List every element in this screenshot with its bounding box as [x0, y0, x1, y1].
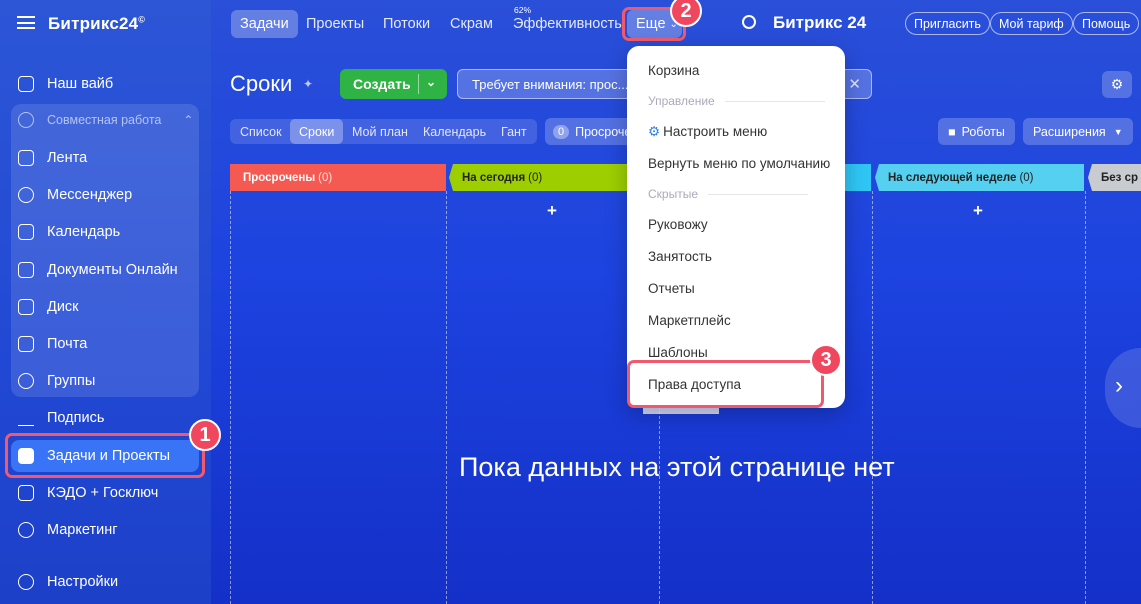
- menu-item-marketplace[interactable]: Маркетплейс: [648, 313, 731, 328]
- settings-icon: [18, 574, 34, 590]
- column-overdue[interactable]: Просрочены (0): [230, 164, 446, 191]
- menu-item-configure[interactable]: ⚙ Настроить меню: [648, 124, 767, 140]
- mail-icon: [18, 336, 34, 352]
- tab-flows[interactable]: Потоки: [374, 10, 439, 38]
- menu-header-manage: Управление: [648, 94, 825, 108]
- menu-item-templates[interactable]: Шаблоны: [648, 345, 708, 360]
- page-title: Сроки: [230, 71, 293, 96]
- tab-efficiency[interactable]: Эффективность: [504, 10, 631, 38]
- sidebar-item-signature[interactable]: Подпись: [18, 406, 104, 430]
- sidebar-item-messenger[interactable]: Мессенджер: [18, 183, 132, 207]
- sidebar-item-marketing[interactable]: Маркетинг: [18, 518, 118, 542]
- pin-icon[interactable]: ✦: [303, 77, 313, 91]
- sidebar-item-calendar[interactable]: Календарь: [18, 220, 120, 244]
- invite-button[interactable]: Пригласить: [905, 12, 990, 35]
- kedo-icon: [18, 485, 34, 501]
- calendar-icon: [18, 224, 34, 240]
- menu-header-hidden: Скрытые: [648, 187, 808, 201]
- menu-burger-icon[interactable]: [17, 16, 35, 29]
- view-my-plan[interactable]: Мой план: [343, 119, 417, 144]
- chevron-up-icon: ⌃: [183, 113, 194, 127]
- robots-button[interactable]: ■ Роботы: [938, 118, 1015, 145]
- disk-icon: [18, 299, 34, 315]
- callout-badge-3: 3: [810, 344, 842, 376]
- callout-frame-3: [627, 360, 824, 408]
- menu-item-workload[interactable]: Занятость: [648, 249, 712, 264]
- create-divider: [418, 74, 419, 94]
- sidebar-item-mail[interactable]: Почта: [18, 332, 87, 356]
- column-divider: [230, 191, 231, 604]
- menu-item-trash[interactable]: Корзина: [648, 63, 699, 78]
- overdue-counter[interactable]: 0 Просроче: [545, 118, 635, 145]
- column-divider: [872, 191, 873, 604]
- chat-icon: [18, 187, 34, 203]
- create-button[interactable]: Создать ⌄: [340, 69, 447, 99]
- tab-scrum[interactable]: Скрам: [441, 10, 502, 38]
- chevron-down-icon[interactable]: ⌄: [426, 75, 436, 89]
- document-icon: [18, 262, 34, 278]
- view-list[interactable]: Список: [231, 119, 291, 144]
- add-task-next-week-icon[interactable]: +: [973, 201, 983, 221]
- callout-badge-2: 2: [670, 0, 702, 27]
- marketing-icon: [18, 522, 34, 538]
- menu-item-reset[interactable]: Вернуть меню по умолчанию: [648, 156, 830, 171]
- search-icon[interactable]: [742, 15, 756, 29]
- add-task-today-icon[interactable]: +: [547, 201, 557, 221]
- feed-icon: [18, 150, 34, 166]
- sidebar-item-disk[interactable]: Диск: [18, 295, 79, 319]
- help-button[interactable]: Помощь: [1073, 12, 1140, 35]
- view-gantt[interactable]: Гант: [492, 119, 536, 144]
- sidebar-item-kedo[interactable]: КЭДО + Госключ: [18, 481, 158, 505]
- sidebar-group-header[interactable]: Совместная работа ⌃: [18, 112, 193, 128]
- settings-gear-icon[interactable]: ⚙: [1102, 71, 1132, 98]
- column-next-week[interactable]: На следующей неделе (0): [875, 164, 1084, 191]
- column-divider: [446, 191, 447, 604]
- empty-state-message: Пока данных на этой странице нет: [459, 452, 895, 482]
- robot-icon: ■: [948, 124, 956, 139]
- tab-tasks[interactable]: Задачи: [231, 10, 298, 38]
- extensions-button[interactable]: Расширения ▼: [1023, 118, 1133, 145]
- sidebar-brand[interactable]: Битрикс24©: [48, 14, 145, 34]
- caret-down-icon: ▼: [1113, 126, 1123, 137]
- sidebar-item-documents[interactable]: Документы Онлайн: [18, 258, 178, 282]
- callout-frame-1: [5, 433, 205, 478]
- column-divider: [1085, 191, 1086, 604]
- sidebar-item-groups[interactable]: Группы: [18, 369, 95, 393]
- view-deadlines[interactable]: Сроки: [290, 119, 344, 144]
- sidebar-item-settings[interactable]: Настройки: [18, 570, 118, 594]
- collab-icon: [18, 112, 34, 128]
- column-no-deadline[interactable]: Без ср: [1088, 164, 1141, 191]
- tariff-button[interactable]: Мой тариф: [990, 12, 1073, 35]
- close-icon[interactable]: ✕: [848, 75, 861, 93]
- chevron-right-icon: ›: [1115, 372, 1123, 399]
- sidebar-item-vibe[interactable]: Наш вайб: [18, 72, 113, 96]
- header-brand: Битрикс 24: [773, 13, 867, 32]
- sidebar: Битрикс24© Наш вайб Совместная работа ⌃ Л…: [0, 0, 211, 604]
- view-calendar[interactable]: Календарь: [414, 119, 495, 144]
- groups-icon: [18, 373, 34, 389]
- callout-badge-1: 1: [189, 419, 221, 451]
- signature-icon: [18, 410, 34, 426]
- sidebar-item-feed[interactable]: Лента: [18, 146, 87, 170]
- tab-projects[interactable]: Проекты: [297, 10, 373, 38]
- gear-icon: ⚙: [648, 124, 661, 139]
- home-icon: [18, 76, 34, 92]
- scroll-right-arrow[interactable]: ›: [1105, 348, 1141, 428]
- menu-item-reports[interactable]: Отчеты: [648, 281, 695, 296]
- menu-item-supervise[interactable]: Руковожу: [648, 217, 708, 232]
